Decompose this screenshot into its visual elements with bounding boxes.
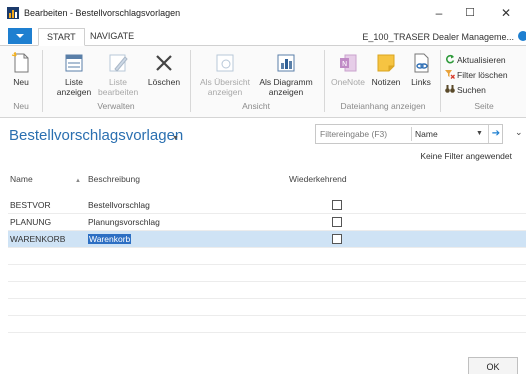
onenote-label: OneNote — [330, 77, 366, 87]
chart-icon — [277, 54, 295, 72]
empty-row — [8, 265, 526, 282]
find-button[interactable]: Suchen — [445, 84, 486, 96]
cell-beschreibung: Bestellvorschlag — [88, 200, 150, 210]
filter-box: Name ▼ ➔ — [315, 124, 503, 144]
edit-list-label-1: Liste — [109, 77, 127, 87]
table-row[interactable]: PLANUNG Planungsvorschlag — [8, 214, 526, 231]
dynamics-nav-icon — [7, 7, 19, 19]
view-list-label-1: Liste — [65, 77, 83, 87]
empty-row — [8, 248, 526, 265]
chart-label-2: anzeigen — [268, 87, 304, 97]
find-label: Suchen — [457, 85, 486, 95]
ok-button[interactable]: OK — [468, 357, 518, 374]
clear-filter-button[interactable]: Filter löschen — [445, 69, 508, 81]
sort-ascending-icon: ▲ — [75, 178, 81, 184]
refresh-icon — [445, 54, 455, 64]
window-title: Bearbeiten - Bestellvorschlagsvorlagen — [24, 8, 181, 18]
collapse-chevron-icon[interactable]: ⌄ — [515, 127, 523, 138]
view-list-button[interactable]: Liste anzeigen — [54, 52, 94, 97]
clear-filter-label: Filter löschen — [457, 70, 508, 80]
recurring-checkbox[interactable] — [332, 200, 342, 210]
delete-button[interactable]: Löschen — [144, 52, 184, 87]
show-as-list-button[interactable]: Als Übersicht anzeigen — [196, 52, 254, 97]
links-button[interactable]: Links — [406, 52, 436, 87]
notes-button[interactable]: Notizen — [368, 52, 404, 87]
empty-row — [8, 282, 526, 299]
arrow-right-icon[interactable]: ➔ — [488, 125, 503, 143]
notes-label: Notizen — [371, 77, 401, 87]
delete-label: Löschen — [147, 77, 181, 87]
overview-label-2: anzeigen — [207, 87, 243, 97]
table-row[interactable]: BESTVOR Bestellvorschlag — [8, 197, 526, 214]
minimize-button[interactable]: – — [425, 4, 453, 22]
ribbon-tabs: START NAVIGATE E_100_TRASER Dealer Manag… — [0, 26, 526, 46]
refresh-label: Aktualisieren — [457, 55, 506, 65]
maximize-button[interactable]: ☐ — [456, 4, 484, 22]
edit-list-label-2: bearbeiten — [98, 87, 139, 97]
view-list-label-2: anzeigen — [56, 87, 92, 97]
new-button-label: Neu — [13, 77, 29, 87]
cell-beschreibung[interactable]: Warenkorb — [88, 234, 132, 244]
delete-x-icon — [156, 55, 172, 71]
clear-filter-icon — [445, 70, 455, 79]
refresh-button[interactable]: Aktualisieren — [445, 54, 506, 66]
cell-name: BESTVOR — [10, 200, 51, 210]
group-separator — [190, 50, 191, 112]
list-view-icon — [65, 54, 83, 72]
cell-name: PLANUNG — [10, 217, 52, 227]
chevron-down-icon[interactable]: ▼ — [476, 130, 483, 137]
filter-field-select[interactable]: Name — [415, 129, 438, 139]
filter-input[interactable] — [316, 125, 411, 143]
onenote-icon: N — [340, 54, 357, 72]
group-label-dateianhang: Dateianhang anzeigen — [340, 101, 426, 111]
filter-divider — [411, 127, 412, 141]
tab-navigate[interactable]: NAVIGATE — [82, 28, 142, 46]
link-document-icon — [414, 53, 429, 73]
group-label-seite: Seite — [474, 101, 494, 111]
svg-text:N: N — [342, 60, 347, 68]
group-label-verwalten: Verwalten — [97, 101, 135, 111]
empty-row — [8, 316, 526, 333]
window-titlebar: Bearbeiten - Bestellvorschlagsvorlagen –… — [0, 0, 526, 26]
group-separator — [440, 50, 441, 112]
table-row-selected[interactable]: WARENKORB Warenkorb — [8, 231, 526, 248]
recurring-checkbox[interactable] — [332, 234, 342, 244]
tab-start[interactable]: START — [38, 28, 85, 46]
group-separator — [324, 50, 325, 112]
note-icon — [377, 54, 395, 72]
chart-label-1: Als Diagramm — [259, 77, 313, 87]
overview-label-1: Als Übersicht — [199, 77, 251, 87]
group-separator — [42, 50, 43, 112]
show-as-chart-button[interactable]: Als Diagramm anzeigen — [256, 52, 316, 97]
new-document-icon — [11, 52, 29, 73]
column-header-name[interactable]: Name — [10, 174, 33, 184]
chevron-down-icon — [16, 34, 24, 38]
edit-list-icon — [109, 54, 128, 72]
group-label-neu: Neu — [13, 101, 29, 111]
overview-icon — [216, 54, 234, 72]
column-header-beschreibung[interactable]: Beschreibung — [88, 174, 140, 184]
binoculars-icon — [445, 85, 455, 93]
title-dropdown-icon[interactable]: ▼ — [172, 135, 179, 142]
column-header-wiederkehrend[interactable]: Wiederkehrend — [289, 174, 347, 184]
cell-name: WARENKORB — [10, 234, 66, 244]
empty-row — [8, 299, 526, 316]
recurring-checkbox[interactable] — [332, 217, 342, 227]
onenote-button[interactable]: N OneNote — [330, 52, 366, 87]
group-label-ansicht: Ansicht — [242, 101, 270, 111]
page-title: Bestellvorschlagsvorlagen — [9, 127, 184, 144]
filter-status: Keine Filter angewendet — [420, 151, 512, 161]
company-name: E_100_TRASER Dealer Manageme... — [362, 32, 514, 42]
new-button[interactable]: Neu — [4, 52, 38, 87]
edit-list-button[interactable]: Liste bearbeiten — [98, 52, 138, 97]
help-icon[interactable] — [518, 31, 526, 41]
application-menu-button[interactable] — [8, 28, 32, 44]
cell-beschreibung: Planungsvorschlag — [88, 217, 160, 227]
links-label: Links — [411, 77, 431, 87]
ribbon: Neu Neu Liste anzeigen Liste bearbeiten … — [0, 46, 526, 118]
close-button[interactable]: ✕ — [492, 4, 520, 22]
